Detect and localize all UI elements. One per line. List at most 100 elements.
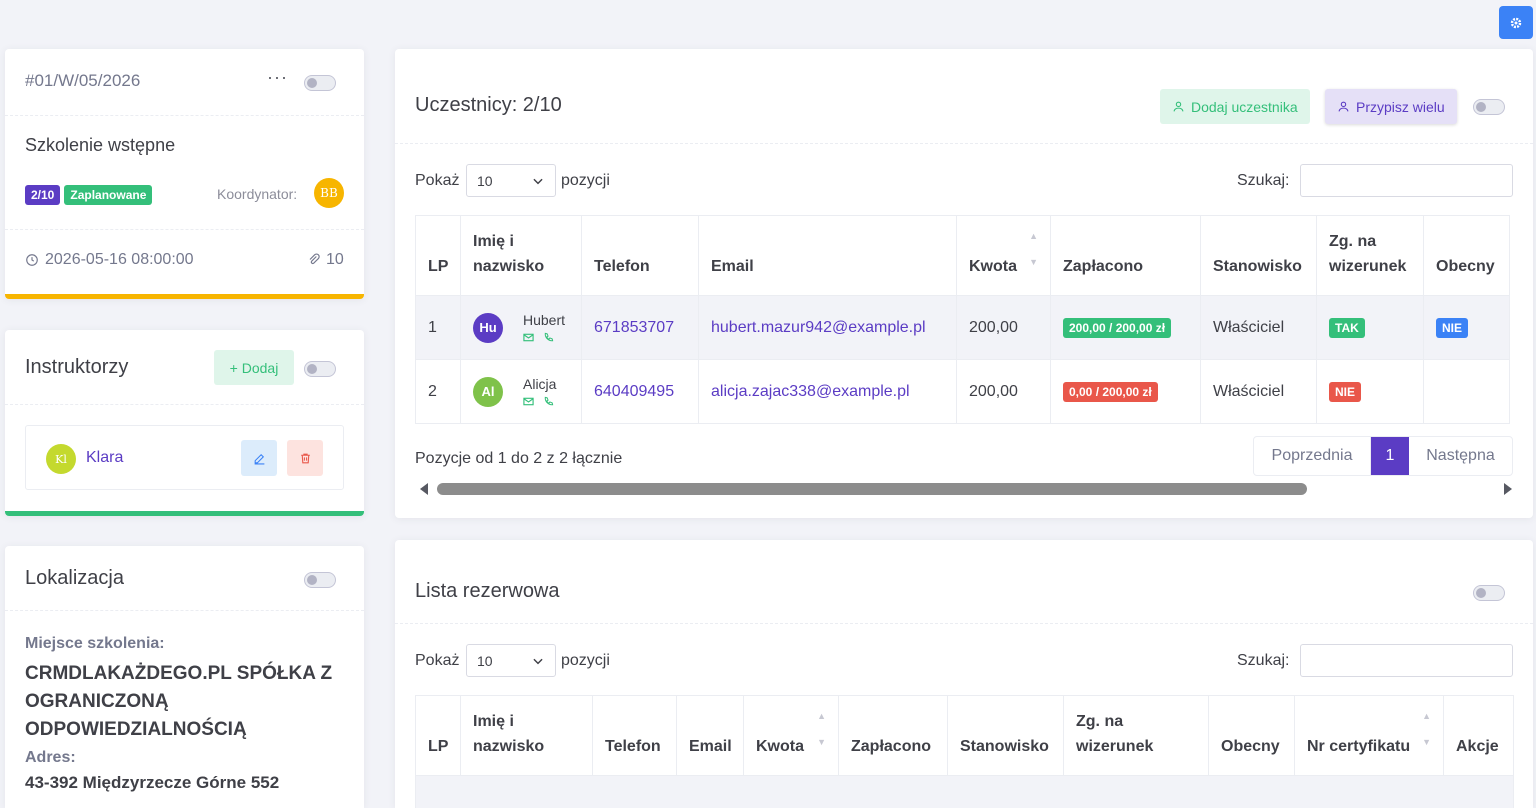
- coordinator-label: Koordynator:: [217, 186, 298, 202]
- prev-page-button[interactable]: Poprzednia: [1254, 437, 1371, 475]
- settings-button[interactable]: [1499, 6, 1533, 39]
- col-present[interactable]: Obecny: [1208, 695, 1295, 776]
- col-lp[interactable]: LP: [415, 215, 461, 296]
- mail-icon[interactable]: [523, 332, 534, 343]
- add-participant-button[interactable]: Dodaj uczestnika: [1160, 89, 1310, 124]
- chevron-down-icon: [533, 178, 543, 184]
- col-amount[interactable]: Kwota ▲ ▼: [743, 695, 839, 776]
- event-toggle[interactable]: [304, 75, 336, 91]
- trash-icon: [300, 453, 310, 463]
- cell-lp: 2: [415, 359, 461, 424]
- search-label: Szukaj:: [1237, 172, 1290, 189]
- more-options-icon[interactable]: ···: [267, 67, 288, 88]
- pencil-icon: [254, 453, 264, 464]
- horizontal-scrollbar[interactable]: [415, 482, 1513, 496]
- chevron-down-icon: [533, 658, 543, 664]
- coordinator-avatar[interactable]: BB: [314, 178, 344, 208]
- address-label: Adres:: [25, 749, 76, 766]
- col-paid[interactable]: Zapłacono: [1050, 215, 1201, 296]
- attachments-count[interactable]: 10: [307, 251, 344, 269]
- next-page-button[interactable]: Następna: [1409, 437, 1512, 475]
- instructor-avatar: Kl: [46, 444, 76, 474]
- col-paid[interactable]: Zapłacono: [838, 695, 948, 776]
- col-present[interactable]: Obecny: [1423, 215, 1510, 296]
- pagination: Poprzednia 1 Następna: [1253, 436, 1513, 476]
- cell-present[interactable]: [1423, 359, 1510, 424]
- place-value: CRMDLAKAŻDEGO.PL SPÓŁKA Z OGRANICZONĄ OD…: [25, 663, 333, 740]
- email-link[interactable]: hubert.mazur942@example.pl: [711, 319, 926, 336]
- phone-link[interactable]: 640409495: [594, 383, 674, 400]
- phone-icon[interactable]: [543, 396, 554, 407]
- page-1-button[interactable]: 1: [1371, 437, 1409, 475]
- delete-instructor-button[interactable]: [287, 440, 323, 476]
- instructors-toggle[interactable]: [304, 361, 336, 377]
- sort-icon: ▲ ▼: [1029, 231, 1038, 267]
- place-label: Miejsce szkolenia:: [25, 635, 165, 652]
- consent-badge[interactable]: NIE: [1329, 381, 1362, 402]
- instructors-title: Instruktorzy: [25, 356, 129, 378]
- page-size-select[interactable]: 10: [466, 164, 556, 197]
- participant-name[interactable]: Hubert: [523, 312, 565, 328]
- col-position[interactable]: Stanowisko: [947, 695, 1064, 776]
- phone-link[interactable]: 671853707: [594, 319, 674, 336]
- participant-name[interactable]: Alicja: [523, 376, 556, 392]
- paperclip-icon: [309, 253, 320, 265]
- scroll-right-icon[interactable]: [1503, 482, 1513, 496]
- location-toggle[interactable]: [304, 572, 336, 588]
- col-email[interactable]: Email: [676, 695, 744, 776]
- location-card: Lokalizacja Miejsce szkolenia: CRMDLAKAŻ…: [5, 546, 364, 808]
- col-phone[interactable]: Telefon: [581, 215, 699, 296]
- cell-lp: 1: [415, 295, 461, 360]
- show-label: Pokaż: [415, 652, 460, 669]
- event-title: Szkolenie wstępne: [25, 135, 176, 155]
- search-input[interactable]: [1300, 164, 1513, 197]
- add-instructor-button[interactable]: + Dodaj: [214, 350, 294, 385]
- status-badge: Zaplanowane: [64, 185, 153, 205]
- participant-avatar: Al: [473, 376, 503, 407]
- table-row: [415, 775, 1514, 808]
- entries-label: pozycji: [561, 652, 610, 669]
- scroll-thumb[interactable]: [437, 483, 1307, 495]
- col-phone[interactable]: Telefon: [592, 695, 677, 776]
- scroll-left-icon[interactable]: [419, 482, 429, 496]
- address-value: 43-392 Międzyrzecze Górne 552: [25, 773, 280, 792]
- edit-instructor-button[interactable]: [241, 440, 277, 476]
- participants-card: Uczestnicy: 2/10 Dodaj uczestnika Przypi…: [395, 49, 1533, 518]
- present-badge[interactable]: NIE: [1436, 317, 1469, 338]
- phone-icon[interactable]: [543, 332, 554, 343]
- cell-amount: 200,00: [956, 359, 1051, 424]
- cell-position: Właściciel: [1200, 359, 1317, 424]
- sort-icon: ▲ ▼: [1422, 711, 1431, 747]
- col-position[interactable]: Stanowisko: [1200, 215, 1317, 296]
- participants-toggle[interactable]: [1473, 99, 1505, 115]
- user-icon: [1173, 101, 1184, 112]
- paid-badge: 200,00 / 200,00 zł: [1063, 317, 1172, 338]
- col-lp[interactable]: LP: [415, 695, 461, 776]
- email-link[interactable]: alicja.zajac338@example.pl: [711, 383, 910, 400]
- participants-title: Uczestnicy: 2/10: [415, 94, 562, 116]
- paid-badge: 0,00 / 200,00 zł: [1063, 381, 1158, 402]
- cell-position: Właściciel: [1200, 295, 1317, 360]
- reserve-toggle[interactable]: [1473, 585, 1505, 601]
- col-consent[interactable]: Zg. na wizerunek: [1316, 215, 1424, 296]
- col-certificate[interactable]: Nr certyfikatu ▲ ▼: [1294, 695, 1444, 776]
- consent-badge[interactable]: TAK: [1329, 317, 1365, 338]
- cell-name: Al Alicja: [460, 359, 582, 424]
- search-input[interactable]: [1300, 644, 1513, 677]
- reserve-card: Lista rezerwowa Pokaż 10 pozycji Szukaj:…: [395, 540, 1533, 808]
- page-size-select[interactable]: 10: [466, 644, 556, 677]
- participants-table: LP Imię i nazwisko Telefon Email Kwota ▲…: [415, 215, 1510, 424]
- reserve-title: Lista rezerwowa: [415, 580, 560, 602]
- mail-icon[interactable]: [523, 396, 534, 407]
- table-row: 1 Hu Hubert 671853707 hubert.mazur942@ex…: [415, 295, 1510, 360]
- assign-many-button[interactable]: Przypisz wielu: [1325, 89, 1457, 124]
- col-name[interactable]: Imię i nazwisko: [460, 215, 582, 296]
- table-row: 2 Al Alicja 640409495 alicja.zajac338@ex…: [415, 359, 1510, 424]
- col-email[interactable]: Email: [698, 215, 957, 296]
- table-info: Pozycje od 1 do 2 z 2 łącznie: [415, 450, 623, 467]
- instructor-name[interactable]: Klara: [86, 449, 123, 467]
- col-name[interactable]: Imię i nazwisko: [460, 695, 593, 776]
- col-consent[interactable]: Zg. na wizerunek: [1063, 695, 1209, 776]
- col-amount[interactable]: Kwota ▲ ▼: [956, 215, 1051, 296]
- participant-avatar: Hu: [473, 312, 503, 343]
